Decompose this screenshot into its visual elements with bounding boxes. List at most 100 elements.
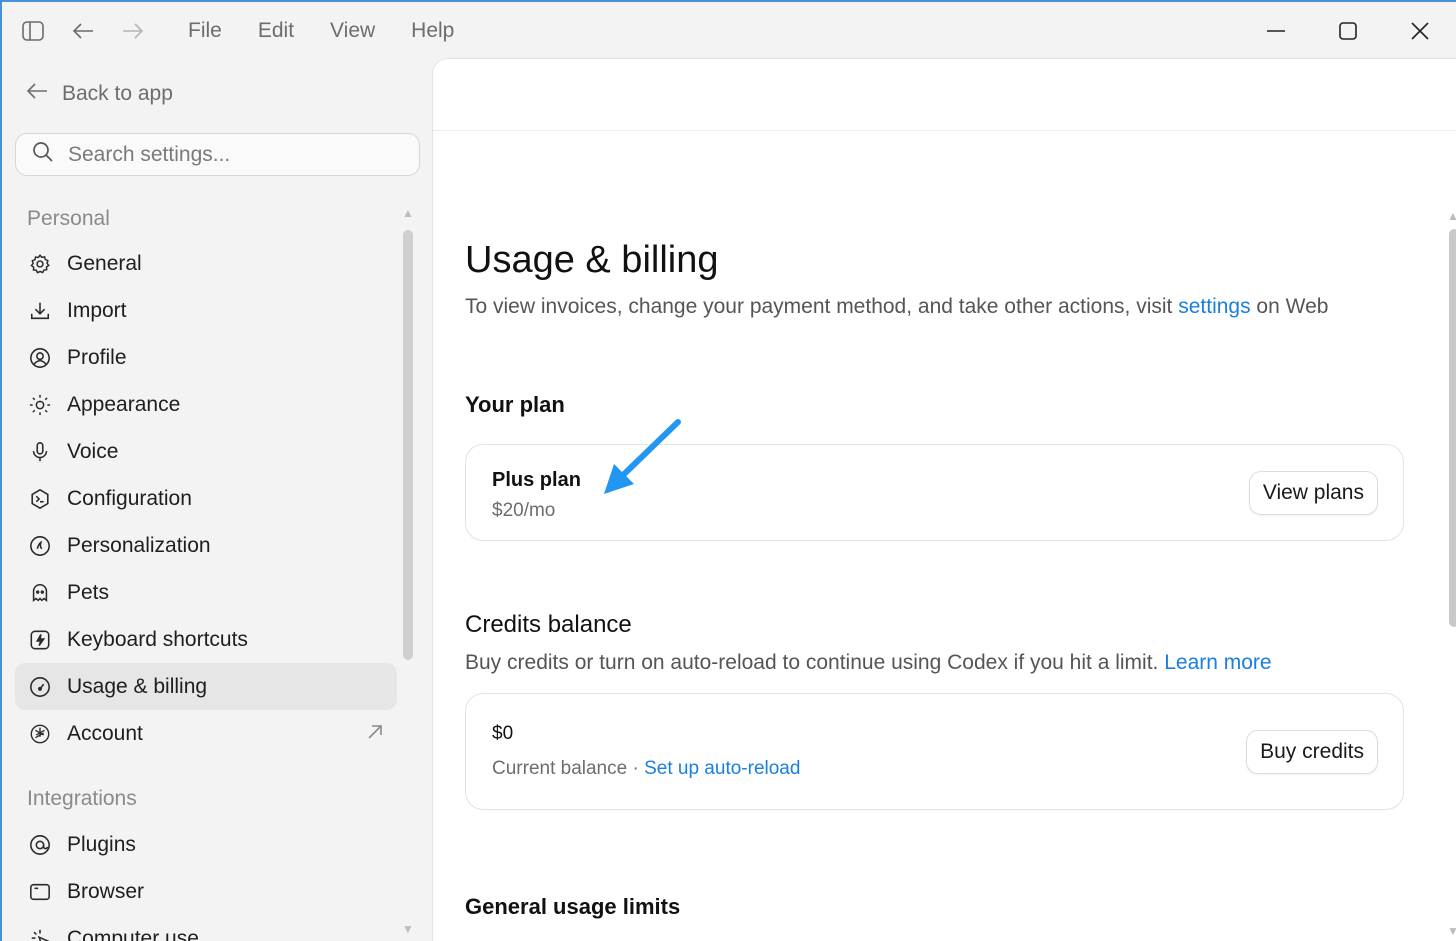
sidebar-item-appearance[interactable]: Appearance — [15, 381, 397, 428]
view-plans-button[interactable]: View plans — [1248, 471, 1378, 515]
settings-link[interactable]: settings — [1178, 295, 1250, 318]
learn-more-link[interactable]: Learn more — [1164, 651, 1271, 674]
maximize-icon[interactable] — [1312, 2, 1384, 60]
scroll-up-icon[interactable]: ▲ — [402, 206, 414, 220]
terminal-icon — [27, 486, 53, 512]
sidebar-item-label: Configuration — [67, 486, 192, 510]
sidebar-item-personalization[interactable]: Personalization — [15, 522, 397, 569]
buy-credits-button[interactable]: Buy credits — [1246, 730, 1378, 774]
sidebar-item-label: Keyboard shortcuts — [67, 627, 248, 651]
sidebar-item-plugins[interactable]: Plugins — [15, 821, 397, 868]
sidebar-item-general[interactable]: General — [15, 240, 397, 287]
sidebar-item-voice[interactable]: Voice — [15, 428, 397, 475]
sidebar-item-browser[interactable]: Browser — [15, 868, 397, 915]
auto-reload-link[interactable]: Set up auto-reload — [644, 758, 800, 779]
back-to-app-label: Back to app — [62, 82, 173, 105]
sidebar-item-label: Account — [67, 721, 143, 745]
back-arrow-icon[interactable] — [66, 14, 100, 48]
title-bar: File Edit View Help — [2, 2, 1456, 60]
main-header — [433, 59, 1456, 131]
cursor-icon — [27, 926, 53, 941]
app-window: File Edit View Help Back to app Search s… — [0, 0, 1456, 941]
sidebar-item-label: General — [67, 251, 142, 275]
close-icon[interactable] — [1384, 2, 1456, 60]
main-scrollbar[interactable]: ▲ ▼ — [1442, 209, 1456, 941]
window-controls — [1240, 2, 1456, 60]
sidebar-item-label: Plugins — [67, 832, 136, 856]
sidebar-scrollbar[interactable] — [401, 230, 415, 660]
credits-card: $0 Current balance · Set up auto-reload … — [465, 693, 1404, 810]
user-circle-icon — [27, 345, 53, 371]
sidebar-item-label: Appearance — [67, 392, 181, 416]
sidebar-item-usage-billing[interactable]: Usage & billing — [15, 663, 397, 710]
credits-description: Buy credits or turn on auto-reload to co… — [465, 651, 1272, 675]
plugin-icon — [27, 832, 53, 858]
plan-price: $20/mo — [492, 500, 556, 521]
scroll-down-icon[interactable]: ▼ — [402, 922, 414, 936]
sidebar-item-computer-use[interactable]: Computer use — [15, 915, 397, 941]
plan-name: Plus plan — [492, 469, 581, 491]
sidebar-item-label: Import — [67, 298, 127, 322]
back-to-app-link[interactable]: Back to app — [26, 82, 173, 106]
scroll-down-icon[interactable]: ▼ — [1447, 924, 1456, 938]
balance-separator: · — [632, 758, 639, 779]
credits-desc-text: Buy credits or turn on auto-reload to co… — [465, 651, 1165, 674]
menu-file[interactable]: File — [170, 19, 240, 43]
sidebar-item-account[interactable]: Account — [15, 710, 397, 757]
sidebar-item-label: Profile — [67, 345, 127, 369]
search-icon — [32, 141, 54, 168]
usage-limits-heading: General usage limits — [465, 894, 681, 919]
back-arrow-icon — [26, 82, 48, 106]
subtitle-suffix: on Web — [1250, 295, 1329, 318]
sidebar-item-keyboard-shortcuts[interactable]: Keyboard shortcuts — [15, 616, 397, 663]
sidebar-item-label: Usage & billing — [67, 674, 208, 698]
sidebar-item-label: Computer use — [67, 926, 199, 941]
search-input[interactable] — [68, 142, 398, 167]
title-bar-nav — [16, 14, 150, 48]
sun-icon — [27, 392, 53, 418]
sidebar-item-configuration[interactable]: Configuration — [15, 475, 397, 522]
credits-heading: Credits balance — [465, 611, 632, 638]
balance-row: Current balance · Set up auto-reload — [492, 758, 800, 780]
sidebar-item-label: Pets — [67, 580, 110, 604]
balance-value: $0 — [492, 723, 514, 744]
integrations-nav: Plugins Browser Computer use — [15, 821, 397, 941]
gear-icon — [27, 251, 53, 277]
forward-arrow-icon[interactable] — [116, 14, 150, 48]
annotation-arrow-icon — [600, 418, 684, 503]
scroll-up-icon[interactable]: ▲ — [1447, 209, 1456, 223]
main-panel: Usage & billing To view invoices, change… — [432, 58, 1456, 941]
section-label-integrations: Integrations — [27, 787, 137, 810]
main-scrollbar-thumb[interactable] — [1449, 229, 1456, 627]
minimize-icon[interactable] — [1240, 2, 1312, 60]
sidebar-scrollbar-thumb[interactable] — [403, 230, 413, 660]
menu-edit[interactable]: Edit — [240, 19, 312, 43]
sidebar-toggle-icon[interactable] — [16, 14, 50, 48]
sparkle-icon — [27, 533, 53, 559]
personal-nav: General Import Profile Appearance Voice … — [15, 240, 397, 757]
search-box[interactable] — [15, 133, 420, 176]
lightning-icon — [27, 627, 53, 653]
settings-sidebar: Back to app Personal General Import — [2, 60, 432, 941]
plan-heading: Your plan — [465, 392, 565, 417]
pet-icon — [27, 580, 53, 606]
section-label-personal: Personal — [27, 207, 110, 230]
balance-label: Current balance — [492, 758, 628, 779]
menu-bar: File Edit View Help — [170, 19, 472, 43]
subtitle-text: To view invoices, change your payment me… — [465, 295, 1179, 318]
page-subtitle: To view invoices, change your payment me… — [465, 295, 1328, 319]
sidebar-item-pets[interactable]: Pets — [15, 569, 397, 616]
download-icon — [27, 298, 53, 324]
gauge-icon — [27, 674, 53, 700]
sidebar-item-label: Browser — [67, 879, 145, 903]
openai-icon — [27, 721, 53, 747]
sidebar-item-profile[interactable]: Profile — [15, 334, 397, 381]
external-link-icon — [367, 722, 383, 746]
sidebar-item-import[interactable]: Import — [15, 287, 397, 334]
browser-icon — [27, 879, 53, 905]
menu-view[interactable]: View — [312, 19, 393, 43]
sidebar-item-label: Voice — [67, 439, 119, 463]
page-title: Usage & billing — [465, 239, 719, 281]
microphone-icon — [27, 439, 53, 465]
menu-help[interactable]: Help — [393, 19, 472, 43]
